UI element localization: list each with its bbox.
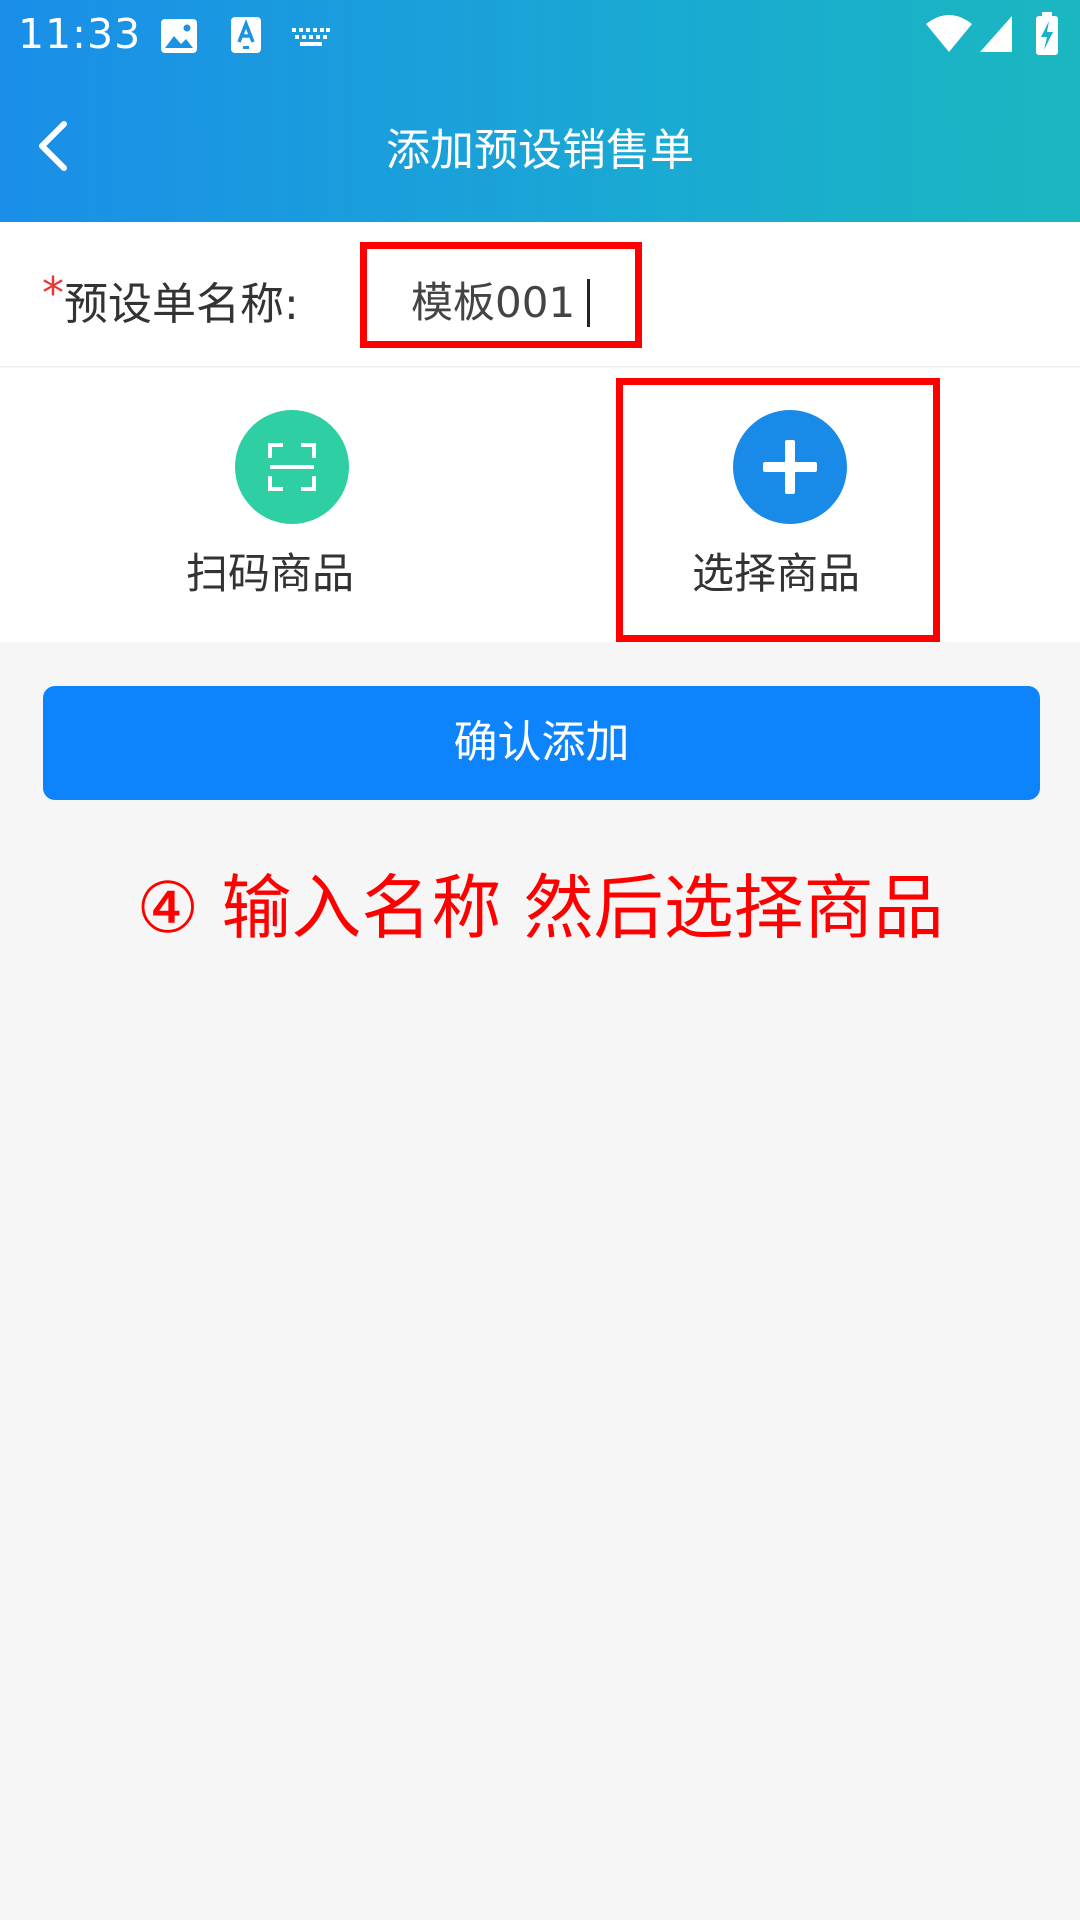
confirm-add-button[interactable]: 确认添加 <box>43 686 1040 800</box>
required-marker: * <box>42 268 64 319</box>
text-a-icon <box>230 16 262 58</box>
select-product-label: 选择商品 <box>691 549 860 598</box>
instruction-annotation: ④ 输入名称 然后选择商品 <box>136 867 944 949</box>
plus-icon <box>733 410 847 524</box>
page-title: 添加预设销售单 <box>386 125 694 176</box>
status-time: 11:33 <box>18 10 142 58</box>
scan-icon <box>235 410 349 524</box>
product-actions: 扫码商品 选择商品 <box>0 368 1080 642</box>
select-product-button[interactable]: 选择商品 <box>518 368 1058 642</box>
preset-name-field <box>360 242 642 348</box>
preset-name-input[interactable] <box>411 271 631 327</box>
status-bar: 11:33 <box>0 0 1080 74</box>
signal-icon <box>978 14 1014 58</box>
scan-product-label: 扫码商品 <box>185 549 354 598</box>
preset-name-label: 预设单名称: <box>64 279 299 330</box>
scan-product-button[interactable]: 扫码商品 <box>0 368 540 642</box>
nav-bar: 添加预设销售单 <box>0 74 1080 222</box>
wifi-icon <box>925 14 973 58</box>
image-icon <box>160 18 198 58</box>
app-header: 11:33 添加预设销售单 <box>0 0 1080 222</box>
battery-charging-icon <box>1034 12 1060 60</box>
keyboard-icon <box>292 28 330 52</box>
preset-name-row: * 预设单名称: <box>0 222 1080 367</box>
text-cursor <box>587 279 590 327</box>
